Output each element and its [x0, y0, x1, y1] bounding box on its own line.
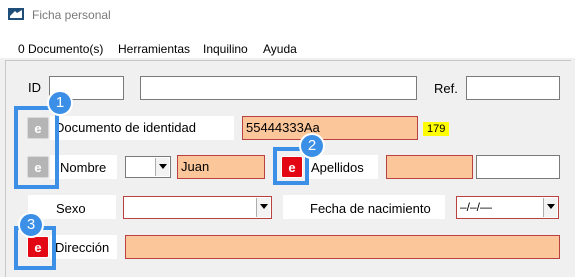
direccion-input[interactable]	[125, 235, 560, 259]
fecha-label: Fecha de nacimiento	[310, 201, 431, 216]
highlight-box-1	[14, 106, 59, 189]
ref-input[interactable]	[466, 76, 560, 100]
apellidos-label: Apellidos	[311, 160, 364, 175]
apellido2-input[interactable]	[476, 155, 560, 179]
fecha-value: –/–/—	[460, 200, 493, 214]
treatment-select[interactable]	[125, 156, 171, 178]
step-badge-2: 2	[299, 133, 325, 159]
step-badge-1: 1	[47, 90, 73, 116]
fecha-select[interactable]: –/–/—	[456, 196, 559, 219]
id-label: ID	[28, 80, 41, 95]
chevron-down-icon[interactable]	[155, 158, 169, 176]
nombre-input[interactable]: Juan	[177, 155, 265, 179]
menu-documentos[interactable]: 0 Documento(s)	[18, 42, 103, 56]
apellido1-input[interactable]	[386, 155, 473, 179]
menu-herramientas[interactable]: Herramientas	[118, 42, 190, 56]
sexo-label: Sexo	[56, 201, 86, 216]
direccion-label: Dirección	[55, 240, 110, 255]
window-title: Ficha personal	[32, 8, 111, 22]
ref-label: Ref.	[434, 81, 458, 96]
chevron-down-icon[interactable]	[543, 198, 557, 217]
app-logo-icon	[8, 8, 24, 20]
nombre-label: Nombre	[60, 160, 107, 175]
doc-label: Documento de identidad	[55, 120, 196, 135]
menu-ayuda[interactable]: Ayuda	[263, 42, 297, 56]
chevron-down-icon[interactable]	[256, 198, 270, 217]
doc-input[interactable]: 55444333Aa	[242, 116, 418, 140]
id-name-input[interactable]	[140, 76, 417, 100]
step-badge-3: 3	[18, 212, 44, 238]
doc-length-tag: 179	[423, 122, 450, 136]
sexo-select[interactable]	[123, 196, 272, 219]
menu-inquilino[interactable]: Inquilino	[203, 42, 248, 56]
